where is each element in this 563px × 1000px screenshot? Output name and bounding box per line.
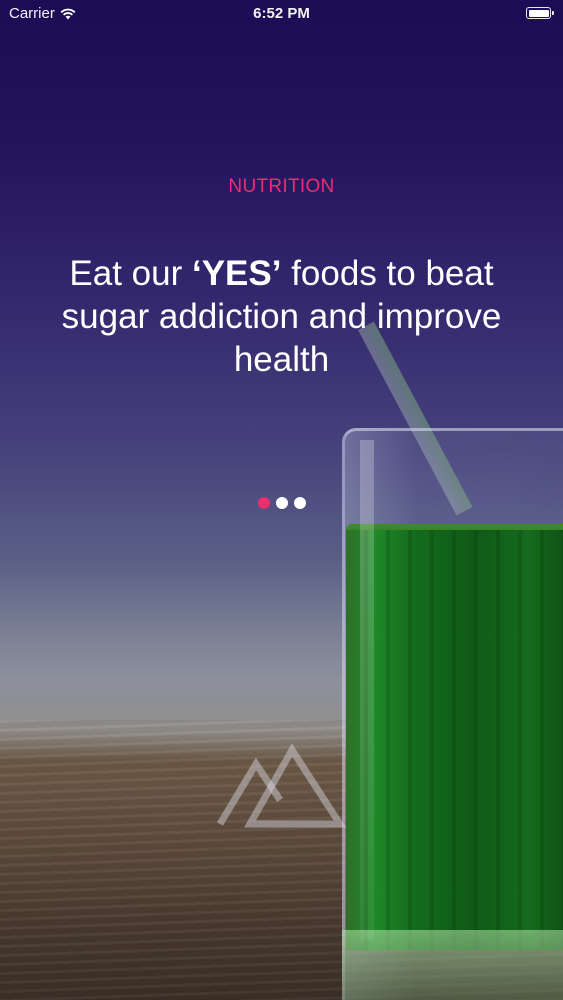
headline: Eat our ‘YES’ foods to beat sugar addict… <box>40 252 523 381</box>
page-dot-1[interactable] <box>257 497 270 509</box>
green-juice <box>346 530 563 950</box>
page-dot-3[interactable] <box>293 497 306 509</box>
headline-part1: Eat our <box>69 254 192 293</box>
page-dot-2[interactable] <box>275 497 288 509</box>
mountain-logo-icon <box>216 743 346 828</box>
onboarding-screen[interactable]: Carrier 6:52 PM NUTRITION Eat our ‘YES’ … <box>0 0 563 1000</box>
status-time: 6:52 PM <box>253 5 310 22</box>
page-indicator[interactable] <box>0 497 563 509</box>
battery-fill <box>528 9 549 17</box>
category-label: NUTRITION <box>228 176 335 197</box>
status-bar: Carrier 6:52 PM <box>0 0 563 30</box>
glass-base <box>342 930 563 1000</box>
battery-icon <box>526 7 554 19</box>
glass-highlight <box>360 440 374 940</box>
headline-emphasis: ‘YES’ <box>191 254 282 293</box>
